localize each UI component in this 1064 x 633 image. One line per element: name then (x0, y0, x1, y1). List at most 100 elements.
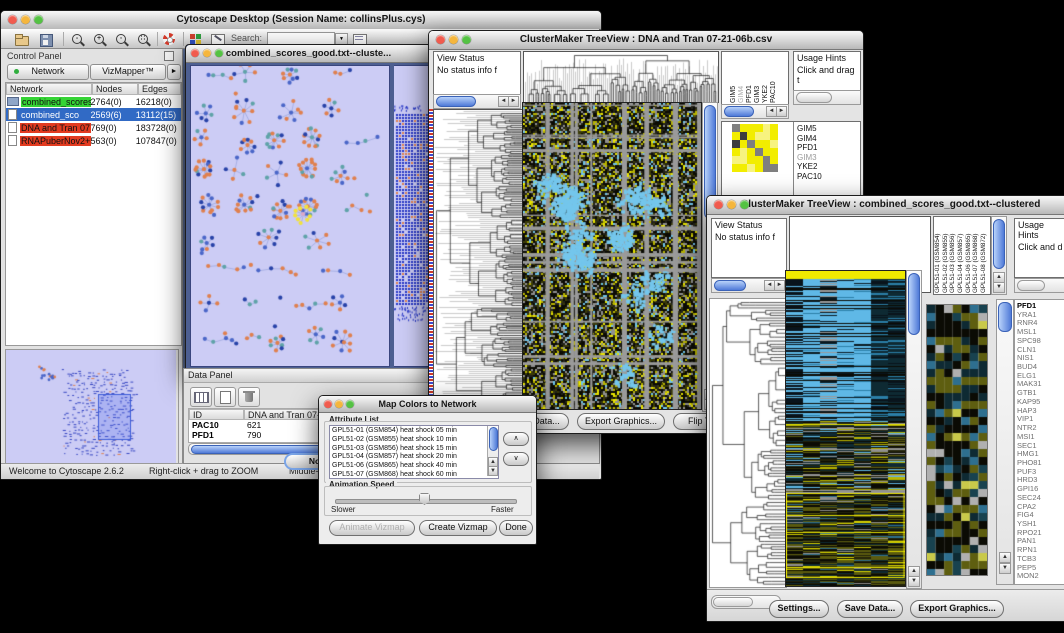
gene-label[interactable]: GIM4 (797, 134, 857, 144)
attribute-list[interactable]: GPL51-01 (GSM854) heat shock 05 minGPL51… (329, 425, 499, 479)
help-icon[interactable] (161, 32, 179, 47)
attribute-select-icon[interactable] (190, 387, 212, 407)
scroll-down-icon[interactable]: ▼ (993, 282, 1005, 293)
col-header-network[interactable]: Network (6, 83, 92, 95)
heatmap-cell[interactable] (763, 132, 771, 140)
gene-label[interactable]: CPA2 (1017, 503, 1064, 512)
zoom-selected-icon[interactable]: ∷ (135, 32, 153, 47)
zoom-out-icon[interactable]: - (69, 32, 87, 47)
network-overview-panel[interactable] (5, 349, 179, 471)
gene-label[interactable]: RNR4 (1017, 319, 1064, 328)
network-canvas-2[interactable] (394, 66, 429, 366)
heatmap-cell[interactable] (732, 164, 740, 172)
save-icon[interactable] (37, 32, 55, 47)
heatmap-cell[interactable] (740, 140, 748, 148)
scroll-thumb[interactable] (993, 219, 1005, 269)
heatmap-cell[interactable] (740, 156, 748, 164)
heatmap-cell[interactable] (732, 132, 740, 140)
heatmap-cell[interactable] (755, 132, 763, 140)
usage-hints-hscrollbar[interactable] (1014, 278, 1064, 293)
heatmap-cell[interactable] (770, 148, 778, 156)
save-data-button[interactable]: Save Data... (837, 600, 903, 618)
scroll-thumb[interactable] (714, 280, 746, 291)
heatmap-cell[interactable] (770, 132, 778, 140)
done-button[interactable]: Done (499, 520, 533, 536)
scroll-down-icon[interactable]: ▼ (999, 563, 1011, 574)
zoom-window-icon[interactable] (215, 49, 223, 57)
gene-label[interactable]: PAN1 (1017, 537, 1064, 546)
heatmap-cell[interactable] (740, 148, 748, 156)
gene-label[interactable]: GIM5 (797, 124, 857, 134)
move-down-button[interactable]: ∨ (503, 452, 529, 466)
tab-overflow-arrow-icon[interactable]: ► (167, 64, 181, 80)
attribute-item[interactable]: GPL51-02 (GSM855) heat shock 10 min (332, 436, 482, 445)
heatmap-cell[interactable] (732, 148, 740, 156)
scroll-thumb[interactable] (1017, 280, 1045, 291)
col-header-edges[interactable]: Edges (138, 83, 181, 95)
row-dendrogram-canvas[interactable] (710, 299, 786, 587)
heatmap-cell[interactable] (755, 164, 763, 172)
gene-label[interactable]: YRA1 (1017, 311, 1064, 320)
minimize-icon[interactable] (449, 35, 458, 44)
gene-label[interactable]: HMG1 (1017, 450, 1064, 459)
gene-label[interactable]: BUD4 (1017, 363, 1064, 372)
network-canvas[interactable] (191, 66, 389, 366)
minimize-icon[interactable] (203, 49, 211, 57)
gene-label[interactable]: KAP95 (1017, 398, 1064, 407)
tab-network[interactable]: Network (7, 64, 89, 80)
gene-label[interactable]: PFD1 (797, 143, 857, 153)
heatmap-cell[interactable] (755, 156, 763, 164)
zoom-window-icon[interactable] (740, 200, 749, 209)
settings-button[interactable]: Settings... (769, 600, 829, 618)
gene-label[interactable]: MSL1 (1017, 328, 1064, 337)
heatmap-cell[interactable] (740, 132, 748, 140)
scroll-thumb[interactable] (713, 597, 753, 607)
heatmap-cell[interactable] (763, 164, 771, 172)
animate-vizmap-button[interactable]: Animate Vizmap (329, 520, 415, 536)
float-panel-icon[interactable] (164, 51, 174, 61)
usage-hints-hscrollbar[interactable] (793, 90, 861, 105)
gene-label[interactable]: PUF3 (1017, 468, 1064, 477)
attribute-item[interactable]: GPL51-07 (GSM868) heat shock 60 min (332, 471, 482, 479)
heatmap-cell[interactable] (747, 164, 755, 172)
list-vscrollbar[interactable]: ▲ ▼ (487, 426, 498, 476)
row-dendrogram-canvas[interactable] (434, 110, 522, 410)
attribute-item[interactable]: GPL51-06 (GSM865) heat shock 40 min (332, 462, 482, 471)
gene-label[interactable]: RPO21 (1017, 529, 1064, 538)
delete-attribute-icon[interactable] (238, 387, 260, 407)
heatmap-cell[interactable] (763, 124, 771, 132)
col-header-id[interactable]: ID (189, 409, 244, 420)
treeview2-titlebar[interactable]: ClusterMaker TreeView : combined_scores_… (707, 196, 1064, 215)
gene-label[interactable]: PAC10 (797, 172, 857, 182)
gene-label[interactable]: NIS1 (1017, 354, 1064, 363)
gene-label[interactable]: FIG4 (1017, 511, 1064, 520)
export-graphics-button[interactable]: Export Graphics... (577, 413, 665, 430)
labels-vscrollbar[interactable]: ▲ ▼ (991, 216, 1007, 295)
heatmap-cell[interactable] (770, 156, 778, 164)
heatmap-cell[interactable] (740, 124, 748, 132)
scroll-thumb[interactable] (489, 427, 498, 451)
column-dendrogram-canvas[interactable] (524, 52, 718, 102)
genes-vscrollbar[interactable]: ▲ ▼ (996, 299, 1014, 585)
view-status-hscrollbar[interactable]: ◄ ► (433, 94, 521, 109)
heatmap-cell[interactable] (770, 124, 778, 132)
gene-label[interactable]: NTR2 (1017, 424, 1064, 433)
heatmap-canvas[interactable] (786, 271, 905, 586)
scroll-thumb[interactable] (998, 302, 1012, 332)
network-row[interactable]: RNAPuberNov2+563(0)107847(0) (6, 134, 181, 147)
attribute-item[interactable]: GPL51-01 (GSM854) heat shock 05 min (332, 427, 482, 436)
gene-label[interactable]: SPC98 (1017, 337, 1064, 346)
move-up-button[interactable]: ∧ (503, 432, 529, 446)
heatmap-cell[interactable] (763, 148, 771, 156)
scroll-right-icon[interactable]: ► (508, 96, 519, 107)
scroll-thumb[interactable] (724, 106, 754, 117)
heatmap-cell[interactable] (770, 164, 778, 172)
scroll-right-icon[interactable]: ► (776, 106, 787, 117)
view-status-hscrollbar[interactable]: ◄ ► (711, 278, 787, 293)
minimize-icon[interactable] (727, 200, 736, 209)
heatmap-canvas[interactable] (523, 103, 701, 409)
zoom-window-icon[interactable] (462, 35, 471, 44)
close-icon[interactable] (436, 35, 445, 44)
network-row[interactable]: combined_scores2764(0)16218(0) (6, 95, 181, 108)
heatmap-cell[interactable] (747, 132, 755, 140)
